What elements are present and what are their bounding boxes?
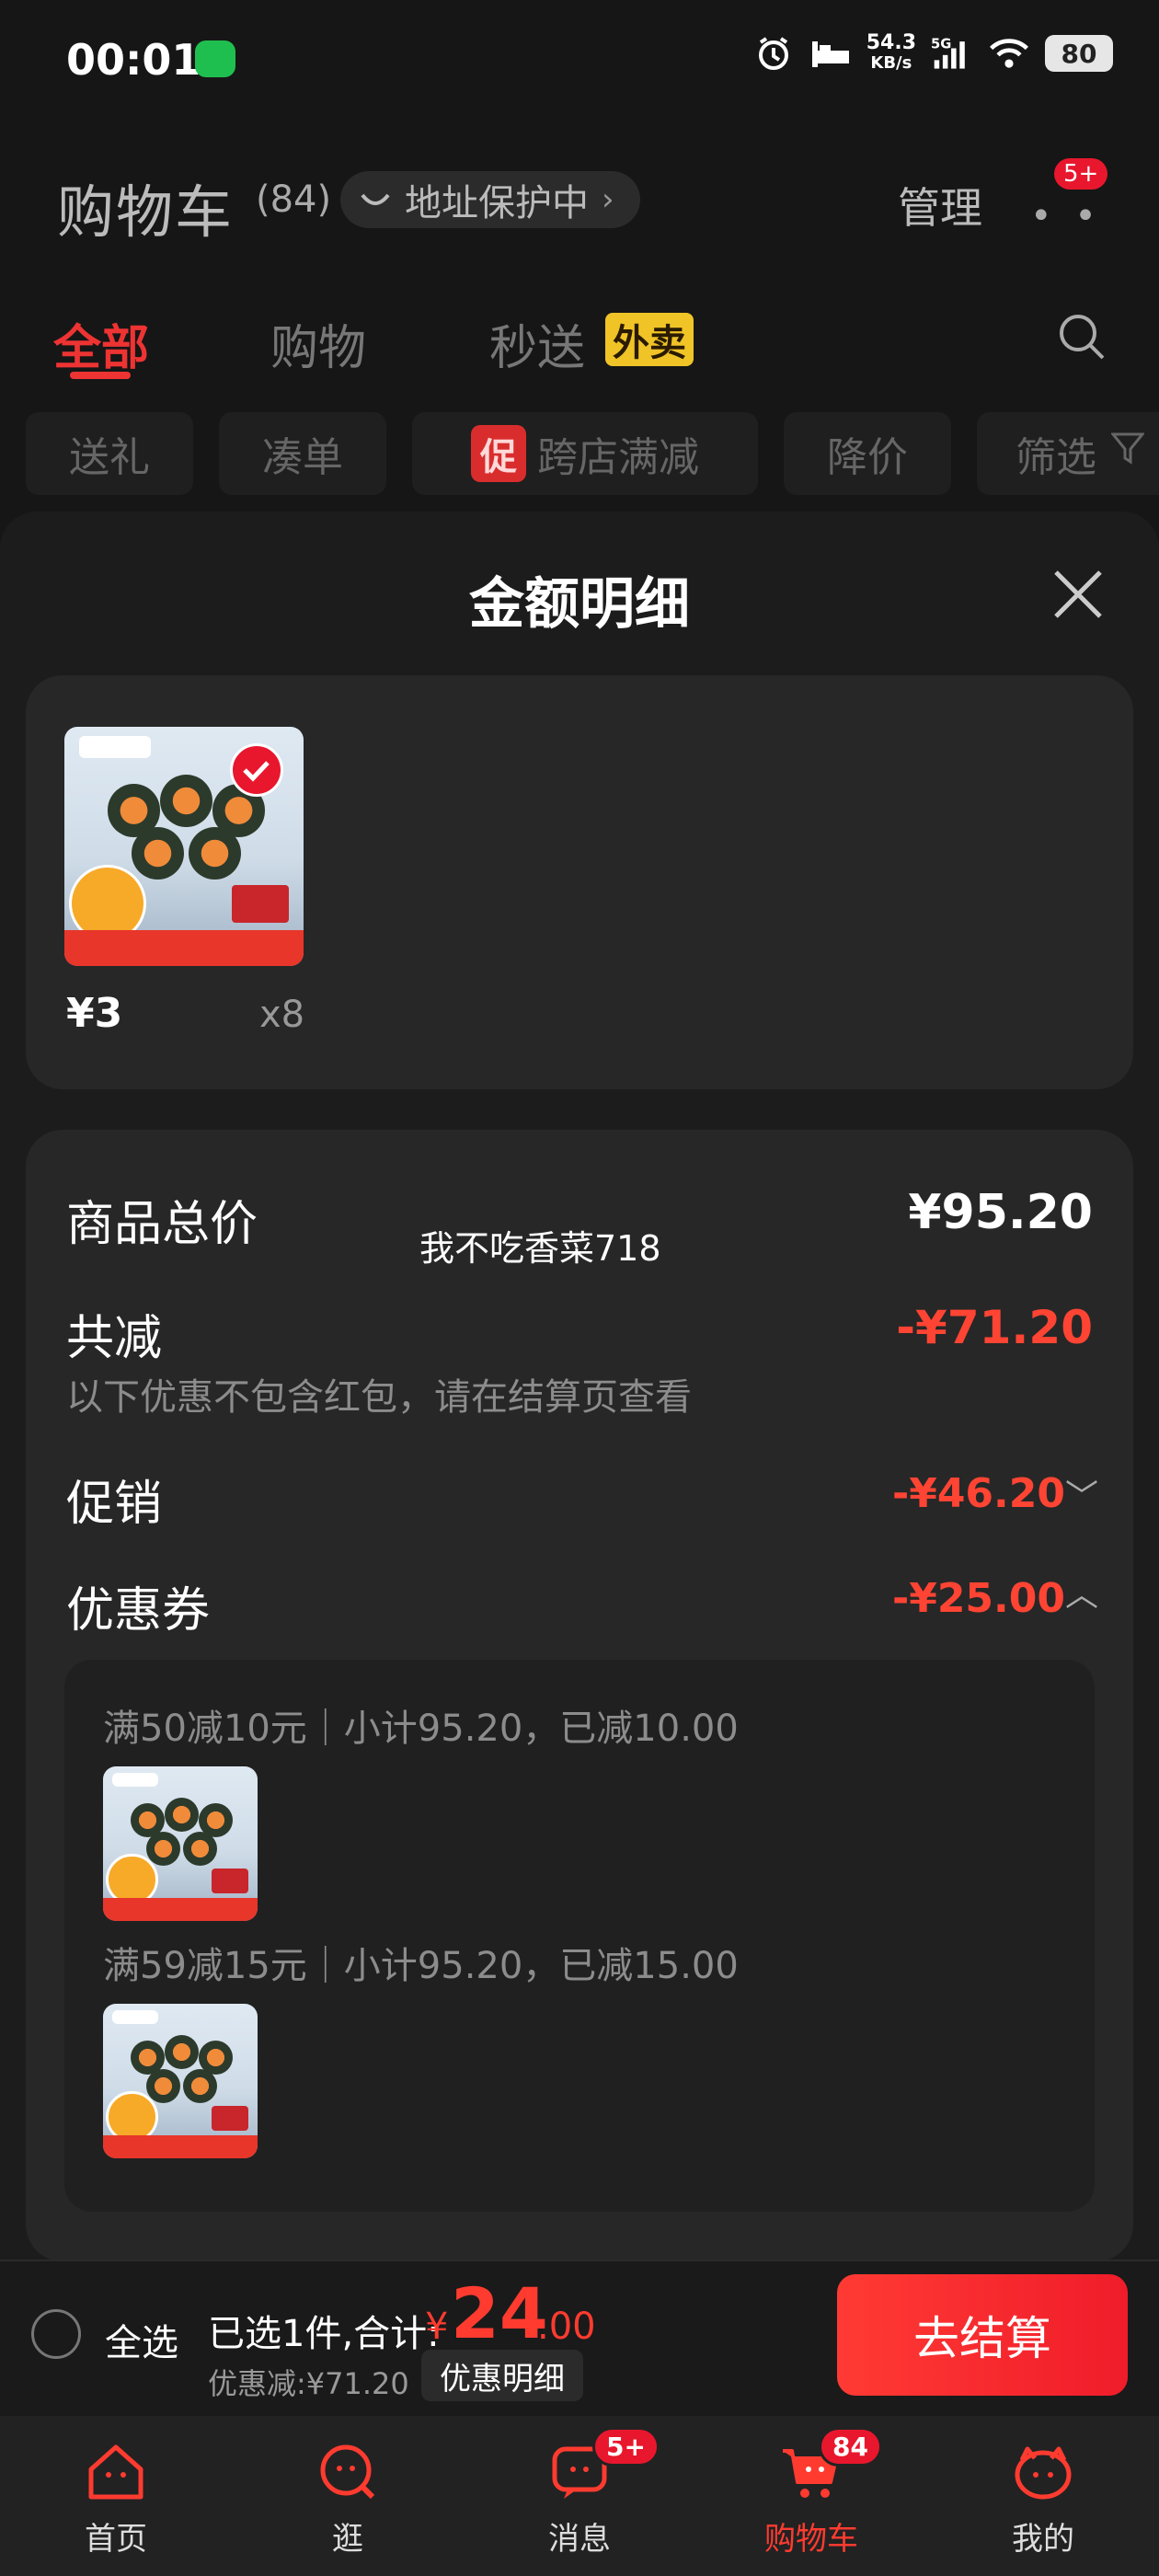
coupon-value[interactable]: -¥25.00 [892,1575,1065,1622]
checkout-button[interactable]: 去结算 [837,2274,1128,2396]
sleep-icon [809,35,852,72]
coupon-rule-2: 满59减15元｜小计95.20，已减15.00 [103,1945,739,1987]
close-icon[interactable] [1049,565,1107,624]
more-icon[interactable]: • • [1030,195,1102,237]
chip-gift[interactable]: 送礼 [26,412,193,495]
chip-cross-store-discount[interactable]: 促 跨店满减 [412,412,758,495]
nav-messages[interactable]: 消息 5+ [464,2416,695,2576]
tab-all[interactable]: 全部 [53,309,149,378]
coupon-product-thumbnail [103,2004,258,2158]
currency-symbol: ¥ [425,2306,449,2348]
coupon-rule-1: 满50减10元｜小计95.20，已减10.00 [103,1708,739,1750]
nav-label: 首页 [85,2521,147,2558]
selected-check-icon[interactable] [230,743,283,797]
wifi-icon [988,35,1030,72]
chip-label: 筛选 [1016,434,1096,481]
address-protection-pill[interactable]: 地址保护中 › [340,171,640,228]
chevron-right-icon: › [602,181,614,218]
takeout-badge: 外卖 [605,313,694,366]
more-badge: 5+ [1054,158,1108,190]
net-speed: 54.3 KB/s [866,31,916,74]
profile-icon [1015,2446,1072,2500]
chip-label: 跨店满减 [537,434,699,481]
alarm-icon [752,35,795,72]
tab-instant-delivery[interactable]: 秒送 [489,309,585,378]
promotion-label[interactable]: 促销 [66,1465,162,1534]
total-price-label: 商品总价 [66,1197,258,1252]
nav-label: 我的 [1012,2521,1074,2558]
promotion-value[interactable]: -¥46.20 [892,1470,1065,1517]
total-price-value: ¥95.20 [908,1185,1093,1240]
discount-detail-button[interactable]: 优惠明细 [421,2350,583,2401]
nav-label: 消息 [548,2521,611,2558]
promo-tag: 促 [471,425,526,482]
tab-shopping[interactable]: 购物 [270,309,366,378]
select-all-radio[interactable] [31,2309,81,2359]
status-time: 00:01 [66,35,201,85]
coupon-label[interactable]: 优惠券 [66,1571,210,1640]
product-quantity: x8 [259,994,305,1036]
discount-note: 以下优惠不包含红包，请在结算页查看 [66,1376,692,1419]
battery-indicator: 80 [1045,35,1113,72]
coupon-product-thumbnail [103,1766,258,1921]
cart-badge: 84 [819,2427,882,2467]
search-icon[interactable] [1054,309,1109,364]
signal-icon: 5G [931,35,973,72]
nav-home[interactable]: 首页 [0,2416,232,2576]
chip-price-drop[interactable]: 降价 [784,412,951,495]
total-amount-decimal: .00 [537,2306,596,2348]
chip-combine-order[interactable]: 凑单 [219,412,386,495]
product-price: ¥3 [66,990,123,1037]
manage-button[interactable]: 管理 [898,175,982,236]
home-icon [88,2444,143,2500]
chevron-up-icon[interactable]: ︿ [1065,1568,1098,1616]
select-all-label[interactable]: 全选 [105,2313,178,2366]
nav-label: 逛 [332,2521,363,2558]
watermark-text: 我不吃香菜718 [419,1228,661,1269]
browse-icon [320,2444,375,2500]
messages-badge: 5+ [592,2427,660,2467]
signal-label: 5G [931,36,951,52]
bottom-nav: 首页 逛 消息 5+ 购物车 84 我的 [0,2416,1159,2576]
nav-profile[interactable]: 我的 [927,2416,1159,2576]
saved-amount: 优惠减:¥71.20 [208,2366,409,2401]
chip-filter[interactable]: 筛选 [977,412,1159,495]
total-amount-integer: 24 [451,2272,548,2354]
total-discount-value: -¥71.20 [896,1301,1093,1354]
filter-icon [1109,431,1146,477]
active-tab-indicator [70,372,131,379]
page-title: 购物车 [57,178,235,246]
cart-count: (84) [256,178,332,221]
chevron-down-icon[interactable]: ﹀ [1065,1470,1098,1518]
total-discount-label: 共减 [66,1311,163,1366]
nav-cart[interactable]: 购物车 84 [695,2416,927,2576]
sheet-title: 金额明细 [469,572,690,637]
wechat-icon [195,40,235,77]
address-protection-label: 地址保护中 [405,182,589,224]
selected-summary: 已选1件,合计: [208,2313,440,2355]
nav-browse[interactable]: 逛 [232,2416,464,2576]
nav-label: 购物车 [764,2521,858,2558]
status-icons: 54.3 KB/s 5G 80 [752,33,1113,74]
shield-smile-icon [359,178,392,221]
